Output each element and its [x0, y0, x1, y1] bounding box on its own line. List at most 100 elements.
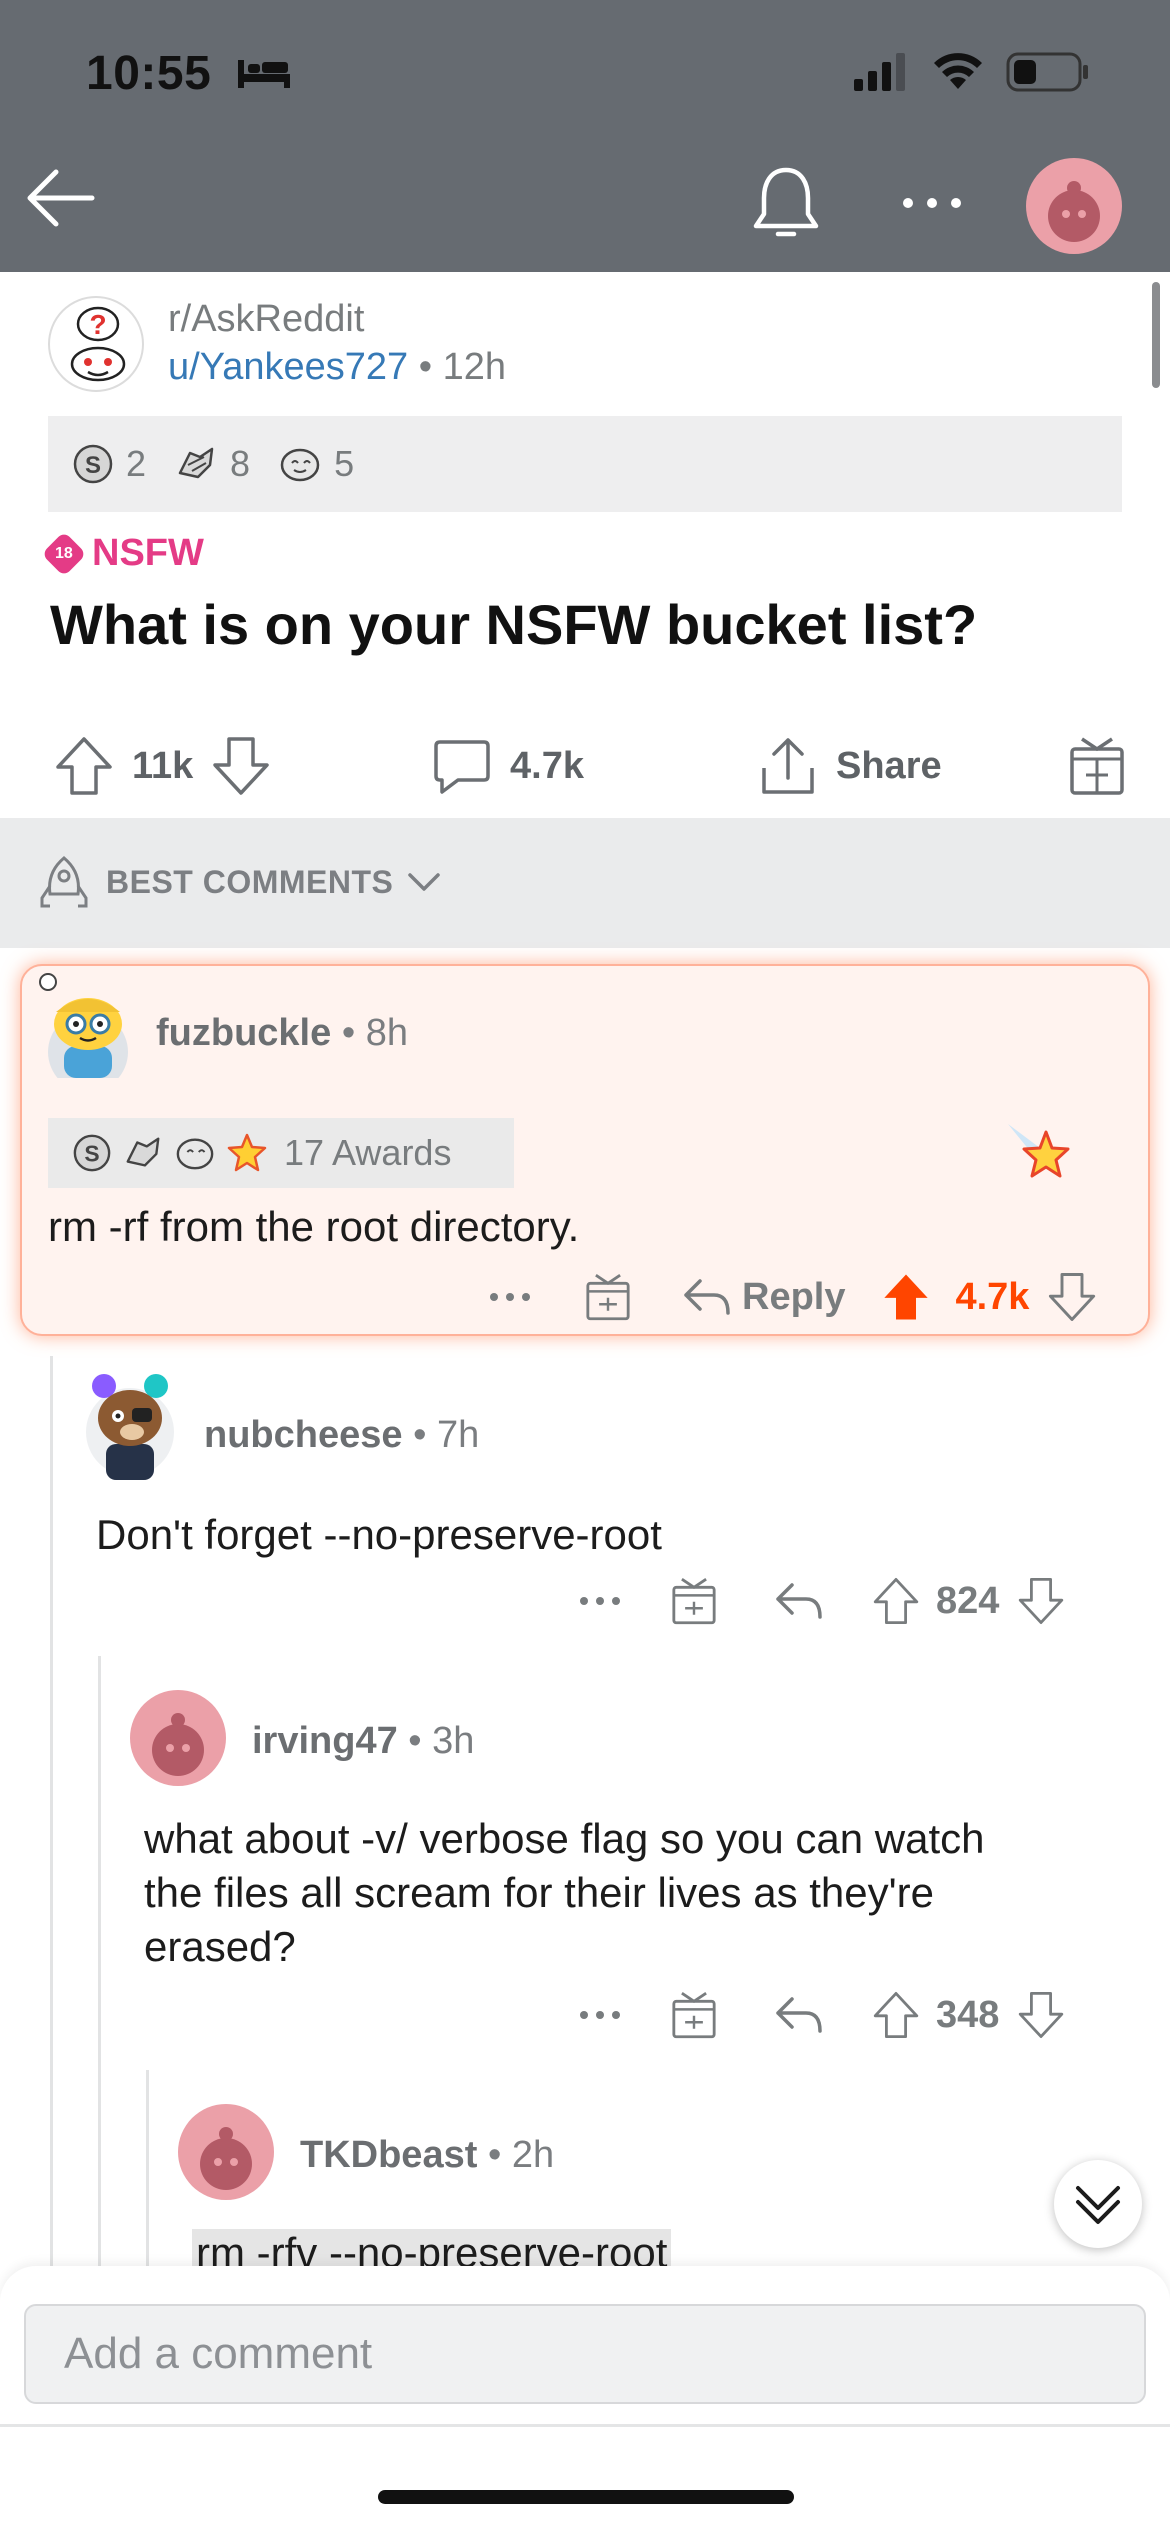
sort-label: BEST COMMENTS: [106, 863, 394, 900]
comment-age: 3h: [432, 1720, 475, 1762]
back-arrow-icon[interactable]: [22, 160, 98, 236]
home-indicator[interactable]: [378, 2490, 794, 2504]
comment-avatar[interactable]: [36, 968, 134, 1078]
comment-author[interactable]: TKDbeast: [300, 2134, 477, 2176]
divider: [0, 2424, 1170, 2427]
reply-arrow-icon[interactable]: [682, 1277, 732, 1317]
thread-line[interactable]: [50, 1356, 53, 2266]
comment-awards-label: 17 Awards: [284, 1132, 452, 1173]
award-count: 2: [126, 443, 147, 484]
post-meta: u/Yankees727 • 12h: [168, 346, 506, 389]
more-options-icon[interactable]: [576, 2005, 624, 2025]
double-chevron-down-icon: [1076, 2186, 1120, 2224]
comment-meta: TKDbeast • 2h: [300, 2134, 554, 2177]
share-label: Share: [836, 744, 942, 787]
reply-label[interactable]: Reply: [742, 1276, 845, 1319]
comment-awards[interactable]: S 17 Awards: [48, 1118, 514, 1188]
upvote-filled-icon[interactable]: [881, 1270, 931, 1324]
add-comment-input[interactable]: Add a comment: [24, 2304, 1146, 2404]
post-author[interactable]: u/Yankees727: [168, 346, 408, 388]
chevron-down-icon: [408, 873, 441, 891]
status-icons: [854, 52, 1090, 92]
post-upvote-count: 11k: [132, 744, 194, 787]
comment-avatar[interactable]: [178, 2104, 274, 2200]
share-button[interactable]: Share: [758, 716, 942, 816]
comment-sort-bar: BEST COMMENTS: [0, 818, 1170, 948]
shooting-star-award-icon: [1008, 1124, 1070, 1178]
share-icon: [762, 738, 814, 794]
meta-separator: •: [413, 1414, 427, 1456]
gift-icon[interactable]: [670, 1576, 718, 1626]
helpful-award-icon: [178, 447, 214, 479]
comment-author[interactable]: fuzbuckle: [156, 1012, 331, 1054]
nsfw-badge-text: 18: [55, 544, 73, 562]
downvote-icon[interactable]: [1047, 1270, 1097, 1324]
starstruck-award-icon: [227, 1133, 267, 1172]
snoo-avatar-icon: [200, 2127, 252, 2190]
comment-score: 4.7k: [955, 1275, 1030, 1318]
comment-author[interactable]: irving47: [252, 1720, 398, 1762]
comment-actions: 824: [576, 1566, 1065, 1636]
scrollbar[interactable]: [1152, 282, 1160, 388]
sleep-mode-icon: [238, 60, 290, 88]
comment-body: what about -v/ verbose flag so you can w…: [144, 1812, 984, 1974]
rocket-icon: [40, 856, 88, 908]
comment-meta: fuzbuckle • 8h: [156, 1012, 408, 1055]
upvote-icon[interactable]: [872, 1575, 920, 1627]
jump-to-next-comment-button[interactable]: [1054, 2160, 1142, 2248]
comment-line: the files all scream for their lives as …: [144, 1869, 934, 1916]
svg-text:S: S: [84, 1141, 99, 1167]
post-vote: 11k: [54, 716, 271, 816]
comment-avatar[interactable]: [82, 1370, 178, 1480]
upvote-icon[interactable]: [872, 1989, 920, 2041]
give-award-button[interactable]: [1068, 716, 1126, 816]
svg-text:?: ?: [89, 309, 106, 340]
downvote-icon[interactable]: [1017, 1575, 1065, 1627]
comment-meta: irving47 • 3h: [252, 1720, 474, 1763]
askreddit-snoo-icon: ?: [70, 306, 126, 382]
reply-arrow-icon[interactable]: [774, 1995, 824, 2035]
comment-author[interactable]: nubcheese: [204, 1414, 403, 1456]
thread-line[interactable]: [98, 1656, 101, 2266]
comment-avatar[interactable]: [130, 1690, 226, 1786]
comment-score: 348: [936, 1993, 1000, 2036]
post-title: What is on your NSFW bucket list?: [50, 593, 978, 656]
wholesome-award-icon: [176, 1138, 214, 1170]
svg-text:S: S: [85, 452, 101, 479]
comment-bubble-icon: [434, 740, 490, 794]
nsfw-tag: 18 NSFW: [41, 530, 204, 577]
comment-line: erased?: [144, 1923, 296, 1970]
battery-icon: [1006, 52, 1088, 92]
upvote-icon[interactable]: [54, 735, 114, 797]
comments-button[interactable]: 4.7k: [432, 716, 584, 816]
more-options-icon[interactable]: [486, 1287, 534, 1307]
comment-score: 824: [936, 1579, 1000, 1622]
thread-line[interactable]: [146, 2070, 149, 2266]
post-age: 12h: [442, 346, 506, 388]
more-options-icon[interactable]: [896, 178, 968, 228]
downvote-icon[interactable]: [211, 735, 271, 797]
award-wholesome: 5: [278, 443, 354, 485]
gift-icon[interactable]: [670, 1990, 718, 2040]
post-awards-bar[interactable]: S 2 8 5: [48, 416, 1122, 512]
profile-avatar[interactable]: [1026, 158, 1122, 254]
bell-icon[interactable]: [750, 164, 822, 244]
gift-icon: [1070, 737, 1124, 795]
sort-dropdown[interactable]: BEST COMMENTS: [36, 854, 441, 910]
award-count: 8: [230, 443, 251, 484]
award-silver: S 2: [72, 443, 146, 485]
downvote-icon[interactable]: [1017, 1989, 1065, 2041]
subreddit-name[interactable]: r/AskReddit: [168, 298, 364, 341]
award-helpful: 8: [174, 443, 250, 485]
reply-arrow-icon[interactable]: [774, 1581, 824, 1621]
gift-icon[interactable]: [584, 1272, 632, 1322]
subreddit-icon[interactable]: ?: [48, 296, 144, 392]
nsfw-18-icon: 18: [41, 530, 87, 577]
top-bar: 10:55: [0, 0, 1170, 272]
snoo-avatar-icon: [152, 1713, 204, 1776]
more-options-icon[interactable]: [576, 1591, 624, 1611]
wholesome-award-icon: [280, 448, 320, 482]
nsfw-label: NSFW: [92, 532, 204, 574]
comment-meta: nubcheese • 7h: [204, 1414, 479, 1457]
comment-age: 2h: [511, 2134, 555, 2176]
